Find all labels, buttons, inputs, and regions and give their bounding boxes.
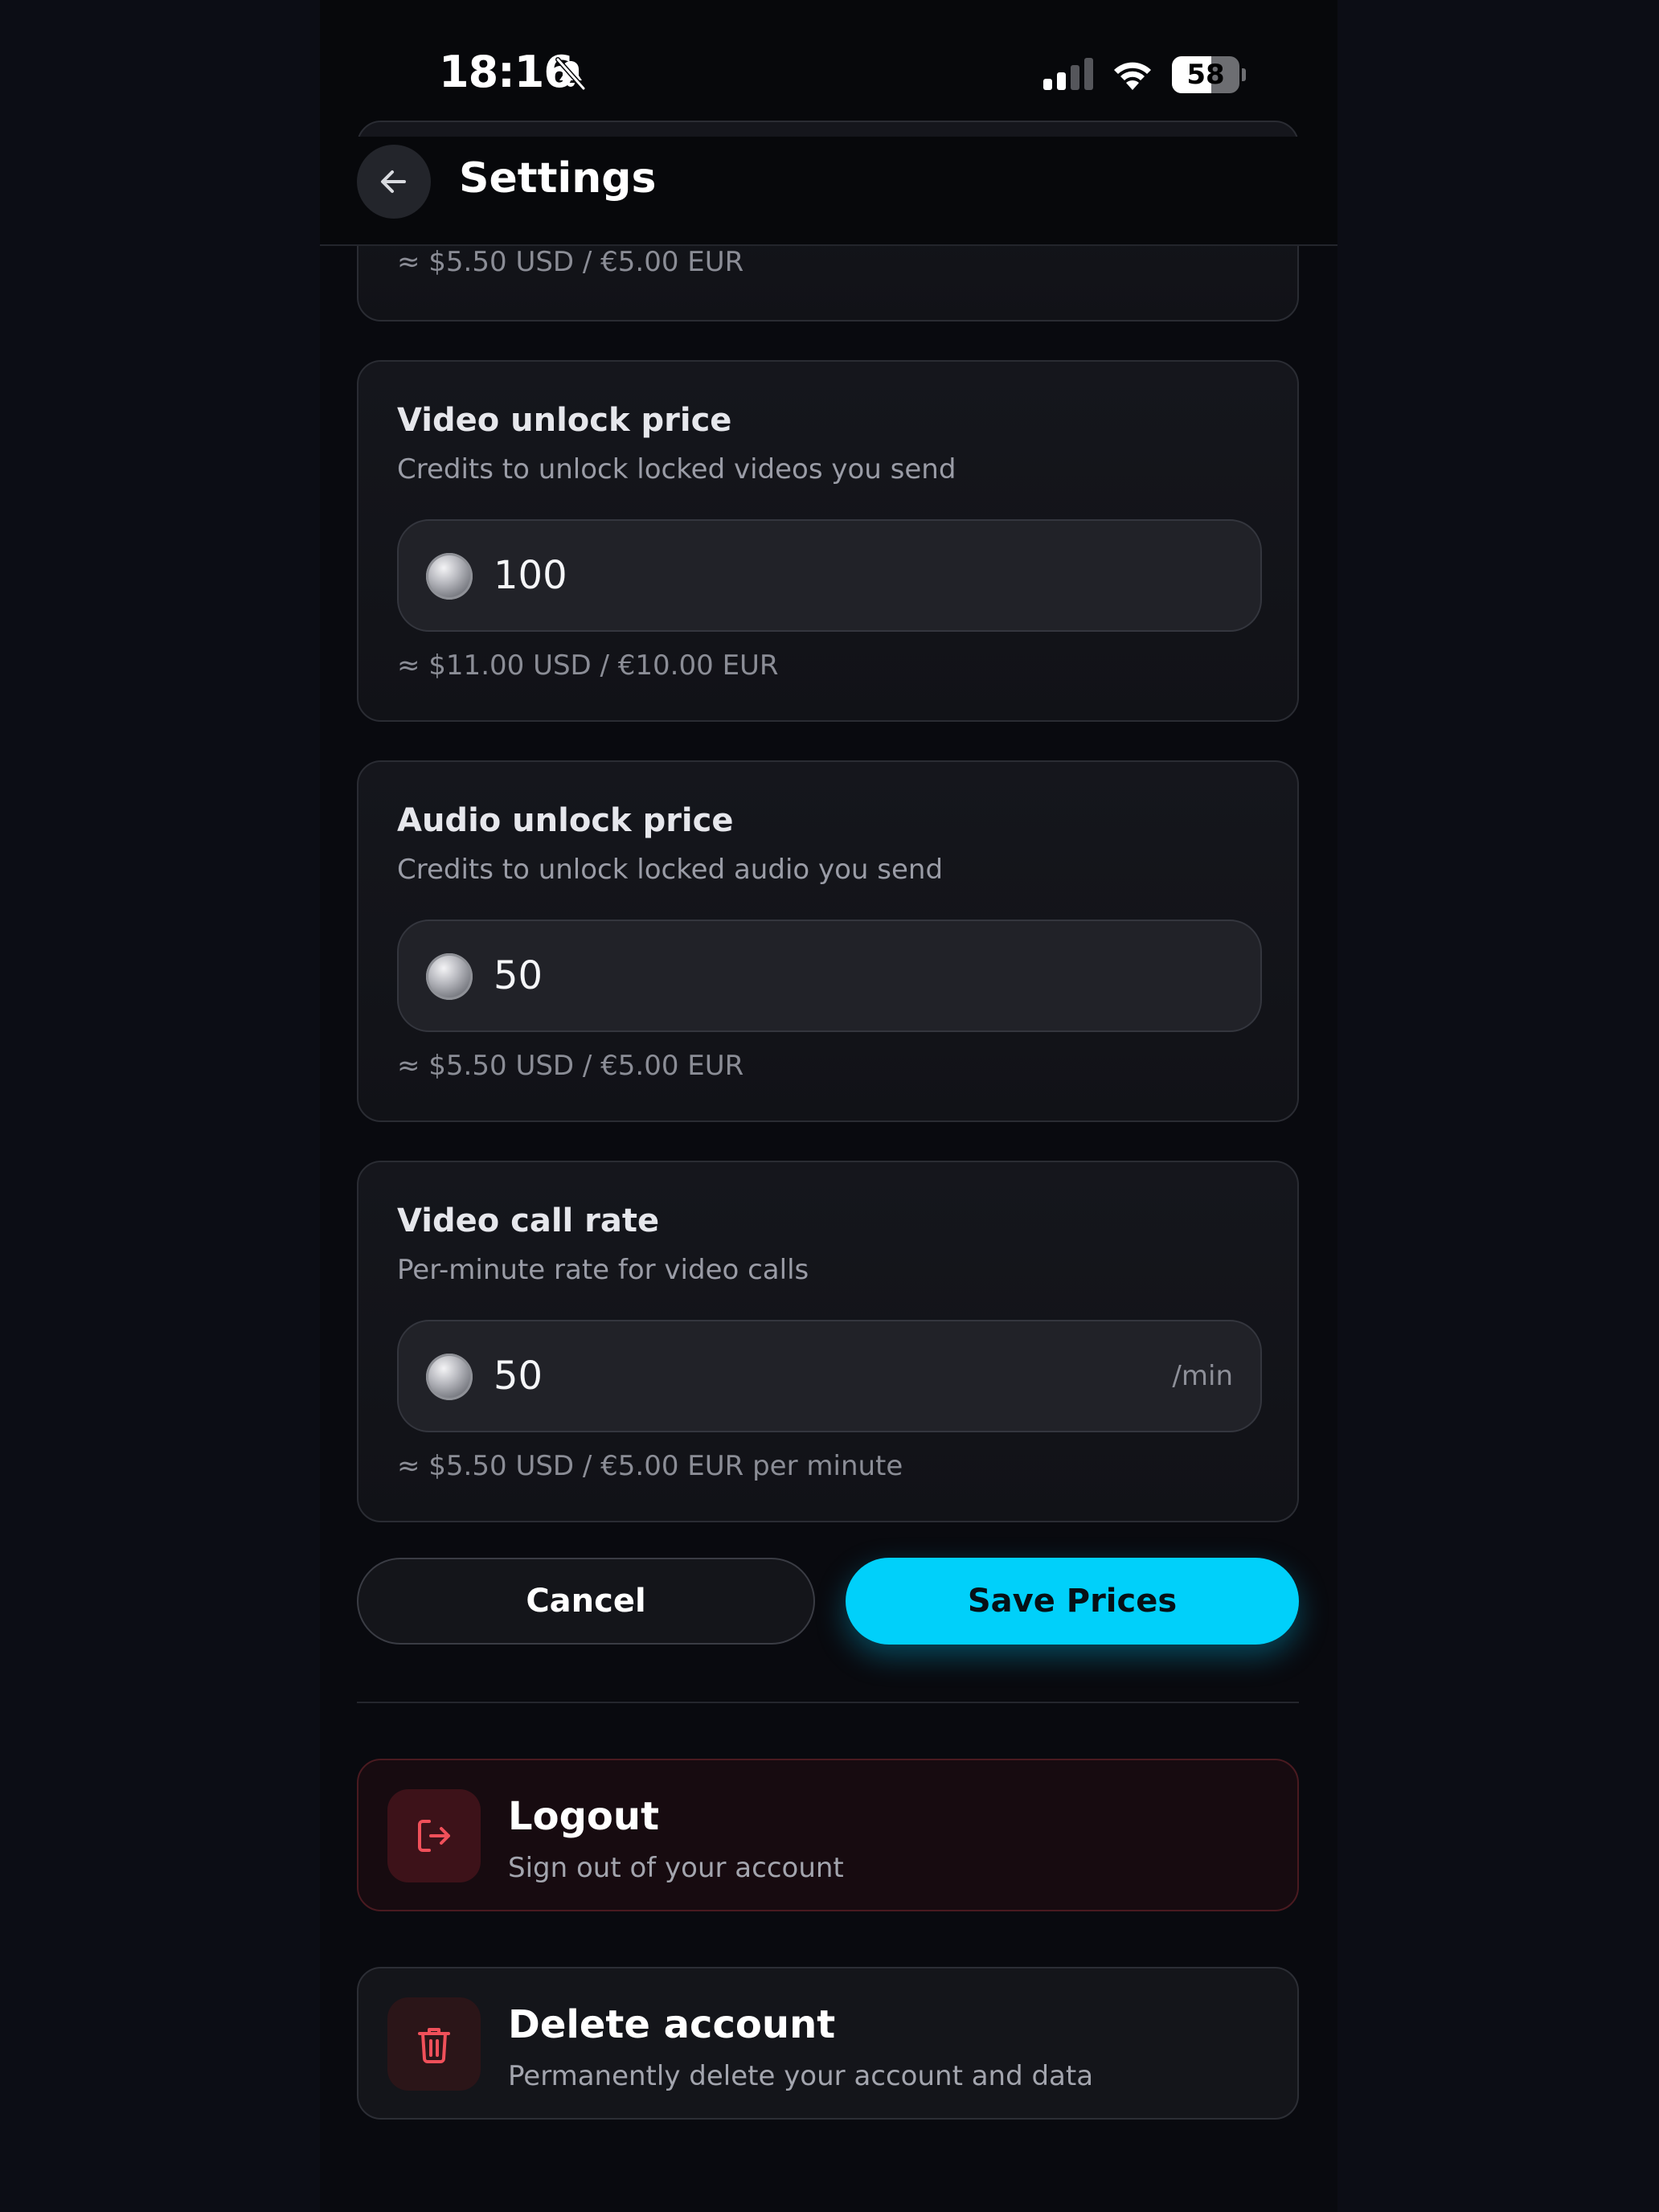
wifi-icon — [1114, 62, 1151, 90]
save-prices-button[interactable]: Save Prices — [846, 1558, 1299, 1645]
logout-icon — [418, 1820, 450, 1852]
price-card-title: Audio unlock price — [397, 802, 734, 839]
price-card-description: Credits to unlock locked videos you send — [397, 453, 956, 485]
logout-title: Logout — [508, 1794, 660, 1839]
app-header: Settings — [320, 137, 1337, 246]
price-approx: ≈ $11.00 USD / €10.00 EUR — [397, 649, 779, 682]
price-card-description: Credits to unlock locked audio you send — [397, 854, 944, 886]
audio-unlock-price-field[interactable] — [397, 920, 1262, 1032]
delete-account-subtitle: Permanently delete your account and data — [508, 2060, 1094, 2092]
battery-level: 58 — [1186, 59, 1225, 91]
price-card-video-call-rate: Video call rate Per-minute rate for vide… — [357, 1161, 1299, 1522]
price-approx: ≈ $5.50 USD / €5.00 EUR — [397, 246, 744, 278]
video-call-rate-input[interactable] — [494, 1321, 1056, 1431]
price-approx: ≈ $5.50 USD / €5.00 EUR — [397, 1050, 744, 1082]
per-minute-suffix: /min — [1172, 1360, 1233, 1392]
logout-subtitle: Sign out of your account — [508, 1852, 844, 1884]
price-card-video-unlock: Video unlock price Credits to unlock loc… — [357, 360, 1299, 722]
trash-icon — [418, 2028, 450, 2063]
video-call-rate-field[interactable]: /min — [397, 1320, 1262, 1432]
status-bar: 18:16 58 — [320, 0, 1337, 137]
section-divider — [357, 1702, 1299, 1703]
arrow-left-icon — [381, 170, 406, 193]
video-unlock-price-input[interactable] — [494, 521, 1056, 630]
battery-indicator: 58 — [1172, 56, 1246, 93]
cellular-signal-icon — [1043, 58, 1093, 90]
price-card-title: Video call rate — [397, 1202, 660, 1239]
coin-icon — [426, 953, 473, 1000]
delete-account-title: Delete account — [508, 2002, 836, 2047]
delete-account-row[interactable]: Delete account Permanently delete your a… — [357, 1967, 1299, 2120]
video-unlock-price-field[interactable] — [397, 519, 1262, 632]
price-card-description: Per-minute rate for video calls — [397, 1254, 809, 1286]
coin-icon — [426, 553, 473, 600]
coin-icon — [426, 1354, 473, 1400]
logout-icon-badge — [387, 1789, 481, 1882]
cancel-button[interactable]: Cancel — [357, 1558, 815, 1645]
price-card-audio-unlock: Audio unlock price Credits to unlock loc… — [357, 760, 1299, 1122]
trash-icon-badge — [387, 1997, 481, 2091]
audio-unlock-price-input[interactable] — [494, 921, 1056, 1030]
price-card-title: Video unlock price — [397, 402, 732, 439]
app-screen: 18:16 58 ≈ $5.50 USD / €5.00 EUR Setting… — [320, 0, 1337, 2212]
bell-slash-icon — [555, 57, 586, 91]
back-button[interactable] — [357, 145, 431, 219]
page-title: Settings — [459, 154, 657, 203]
price-approx: ≈ $5.50 USD / €5.00 EUR per minute — [397, 1450, 903, 1482]
logout-row[interactable]: Logout Sign out of your account — [357, 1759, 1299, 1911]
